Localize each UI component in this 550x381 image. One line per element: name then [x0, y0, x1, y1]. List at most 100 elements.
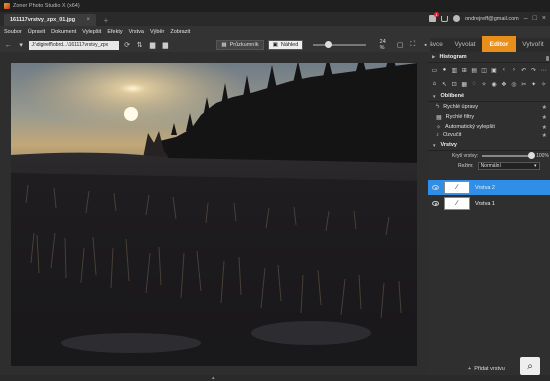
- layers-title: Vrstvy: [440, 142, 457, 148]
- add-layer-label: Přidat vrstvu: [474, 366, 505, 372]
- menu-effects[interactable]: Efekty: [107, 29, 122, 35]
- tool-icon[interactable]: ✧: [481, 81, 488, 88]
- blend-mode-select[interactable]: Normální ▾: [477, 162, 540, 170]
- favorite-label: Ozvučit: [443, 132, 462, 138]
- zoom-level: 24 %: [379, 39, 386, 51]
- notification-icon[interactable]: 1: [428, 12, 439, 22]
- tool-icon[interactable]: ◫: [481, 67, 488, 74]
- menu-view[interactable]: Zobrazit: [170, 29, 190, 35]
- window-title: Zoner Photo Studio X (x64): [13, 3, 80, 9]
- star-icon[interactable]: ★: [542, 132, 547, 139]
- zoom-slider-thumb[interactable]: [325, 41, 333, 48]
- favorite-item-partial[interactable]: ♪ Ozvučit ★: [428, 132, 550, 138]
- eye-icon[interactable]: [432, 201, 439, 206]
- menu-document[interactable]: Dokument: [51, 29, 76, 35]
- zoom-slider[interactable]: [313, 41, 366, 48]
- maximize-icon[interactable]: □: [533, 15, 537, 22]
- cart-icon[interactable]: [440, 15, 448, 22]
- eye-icon[interactable]: [432, 185, 439, 190]
- star-icon[interactable]: ★: [542, 124, 547, 131]
- close-window-icon[interactable]: ×: [542, 15, 546, 22]
- opacity-slider-thumb[interactable]: [528, 152, 536, 159]
- eye-tool-icon[interactable]: ◎: [510, 81, 517, 88]
- blend-mode-value: Normální: [480, 163, 501, 169]
- menu-enhance[interactable]: Vylepšit: [82, 29, 101, 35]
- histogram-header[interactable]: ▶ Histogram: [428, 52, 550, 63]
- lightning-icon: ϟ: [436, 104, 440, 110]
- menu-edit[interactable]: Úpravit: [28, 29, 45, 35]
- tool-icon[interactable]: ‹: [500, 67, 507, 74]
- tool-icon[interactable]: ◌: [471, 81, 478, 88]
- magnifier-icon[interactable]: ⌕: [520, 357, 540, 375]
- layers-header[interactable]: ▼ Vrstvy: [428, 140, 550, 151]
- tool-icon[interactable]: ▭: [431, 67, 438, 74]
- opacity-value: 100%: [536, 153, 549, 159]
- photo-canvas[interactable]: [11, 63, 417, 366]
- tool-icon[interactable]: ▣: [491, 67, 498, 74]
- star-icon[interactable]: ★: [542, 104, 547, 111]
- tab-develop[interactable]: Vyvolat: [448, 36, 482, 52]
- user-email[interactable]: ondrejreff@gmail.com: [465, 16, 519, 22]
- tool-icon[interactable]: ✧: [540, 81, 547, 88]
- folder-icon[interactable]: ▆: [148, 41, 157, 50]
- browser-button[interactable]: ▦ Průzkumník: [216, 40, 264, 50]
- user-avatar-icon[interactable]: [452, 15, 460, 22]
- refresh-icon[interactable]: ⟳: [123, 41, 132, 50]
- panel-scroll-handle[interactable]: [546, 56, 549, 61]
- home-icon[interactable]: ⌂: [431, 81, 438, 88]
- fit-screen-icon[interactable]: ▢: [396, 41, 405, 50]
- fullscreen-icon[interactable]: ⛶: [409, 41, 418, 50]
- new-tab-button[interactable]: +: [100, 14, 112, 26]
- menu-layer[interactable]: Vrstva: [129, 29, 144, 35]
- tool-icon[interactable]: ✦: [530, 81, 537, 88]
- lock-icon[interactable]: ▪: [421, 41, 430, 50]
- preview-button[interactable]: ▣ Náhled: [267, 40, 304, 50]
- pointer-icon[interactable]: ↖: [441, 81, 448, 88]
- favorite-item-quick-filters[interactable]: ▦ Rychlé filtry ★: [428, 112, 550, 122]
- tool-icon[interactable]: ●: [441, 67, 448, 74]
- opacity-label: Krytí vrstvy:: [452, 153, 479, 159]
- crop-icon[interactable]: ⊡: [451, 81, 458, 88]
- tool-icon[interactable]: ◉: [491, 81, 498, 88]
- favorites-header[interactable]: ▼ Oblíbené: [428, 91, 550, 102]
- redo-icon[interactable]: ↷: [530, 67, 537, 74]
- favorite-label: Automatický vylepšit: [445, 124, 495, 130]
- expand-up-icon[interactable]: ▴: [212, 375, 215, 381]
- menu-file[interactable]: Soubor: [4, 29, 22, 35]
- path-input[interactable]: J:\digireff\obrd...\161117vrstvy_zpx: [29, 40, 119, 50]
- tab-editor[interactable]: Editor: [482, 36, 516, 52]
- toolbar: ← ▾ J:\digireff\obrd...\161117vrstvy_zpx…: [0, 38, 430, 52]
- tool-icon[interactable]: ⊞: [461, 67, 468, 74]
- star-icon[interactable]: ★: [542, 114, 547, 121]
- minimize-icon[interactable]: –: [524, 15, 528, 22]
- app-logo-icon: [4, 3, 10, 9]
- undo-icon[interactable]: ↶: [520, 67, 527, 74]
- tool-icon[interactable]: ▥: [451, 67, 458, 74]
- opacity-slider[interactable]: [482, 152, 536, 159]
- menu-select[interactable]: Výběr: [150, 29, 164, 35]
- tool-icon[interactable]: ▦: [461, 81, 468, 88]
- favorite-item-auto-enhance[interactable]: ✧ Automatický vylepšit ★: [428, 122, 550, 132]
- chevron-down-icon[interactable]: ▾: [17, 41, 26, 50]
- add-layer-button[interactable]: + Přidat vrstvu: [468, 366, 505, 372]
- close-tab-icon[interactable]: ×: [86, 17, 90, 23]
- selection-tools-row: ⌂ ↖ ⊡ ▦ ◌ ✧ ◉ ❖ ◎ ✂ ✦ ✧: [428, 77, 550, 91]
- sort-icon[interactable]: ⇅: [135, 41, 144, 50]
- layer-thumbnail: ∕: [444, 181, 470, 194]
- layer-item-1[interactable]: ∕ Vrstva 1: [428, 196, 550, 211]
- tool-icon[interactable]: ›: [510, 67, 517, 74]
- tab-create[interactable]: Vytvořit: [516, 36, 550, 52]
- document-tab-bar: 161117vrstvy_zpx_01.jpg × + 1 ondrejreff…: [0, 12, 550, 26]
- tool-icon[interactable]: ✂: [520, 81, 527, 88]
- document-tab[interactable]: 161117vrstvy_zpx_01.jpg ×: [4, 14, 96, 26]
- favorite-item-quick-edits[interactable]: ϟ Rychlé úpravy ★: [428, 102, 550, 112]
- layer-item-2[interactable]: ∕ Vrstva 2: [428, 180, 550, 195]
- more-icon[interactable]: ⋯: [540, 67, 547, 74]
- tool-icon[interactable]: ▤: [471, 67, 478, 74]
- tool-icon[interactable]: ❖: [500, 81, 507, 88]
- image-viewer[interactable]: [0, 52, 428, 375]
- new-folder-icon[interactable]: ▆: [161, 41, 170, 50]
- landscape-photo: [11, 63, 417, 366]
- back-arrow-icon[interactable]: ←: [4, 41, 13, 50]
- plus-icon: +: [468, 366, 472, 372]
